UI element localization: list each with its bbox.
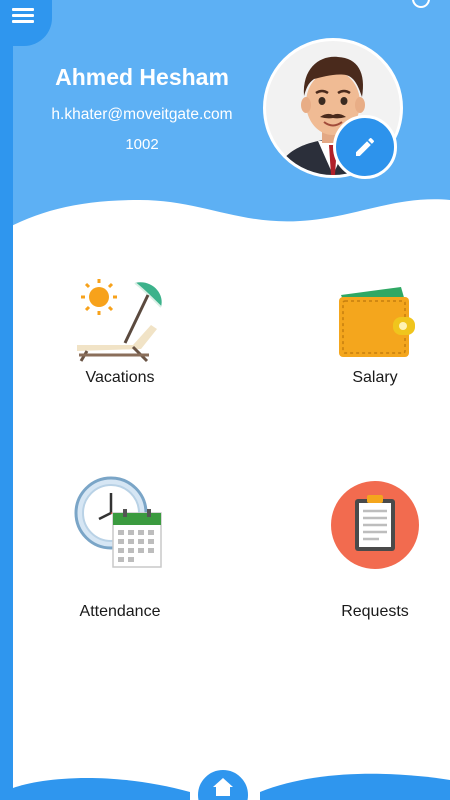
left-side-rail xyxy=(0,0,13,800)
hamburger-menu-icon xyxy=(12,8,34,24)
attendance-tile[interactable]: Attendance xyxy=(55,475,185,625)
requests-label: Requests xyxy=(341,603,409,620)
wallet-icon xyxy=(339,287,415,357)
home-icon xyxy=(213,778,233,796)
clock-calendar-icon xyxy=(74,476,162,568)
salary-tile[interactable]: Salary xyxy=(310,275,440,395)
beach-chair-umbrella-icon xyxy=(77,279,162,363)
profile-email: h.khater@moveitgate.com xyxy=(51,106,233,123)
app-screen: Ahmed Hesham h.khater@moveitgate.com 100… xyxy=(0,0,450,800)
profile-employee-id: 1002 xyxy=(125,136,159,153)
requests-tile[interactable]: Requests xyxy=(310,475,440,625)
vacations-tile[interactable]: Vacations xyxy=(55,275,185,395)
profile-name: Ahmed Hesham xyxy=(55,64,229,90)
vacations-label: Vacations xyxy=(85,369,155,386)
pencil-icon xyxy=(356,137,375,156)
edit-profile-button[interactable] xyxy=(333,115,397,179)
attendance-label: Attendance xyxy=(79,603,161,620)
clipboard-icon xyxy=(331,481,419,569)
salary-label: Salary xyxy=(352,369,398,386)
